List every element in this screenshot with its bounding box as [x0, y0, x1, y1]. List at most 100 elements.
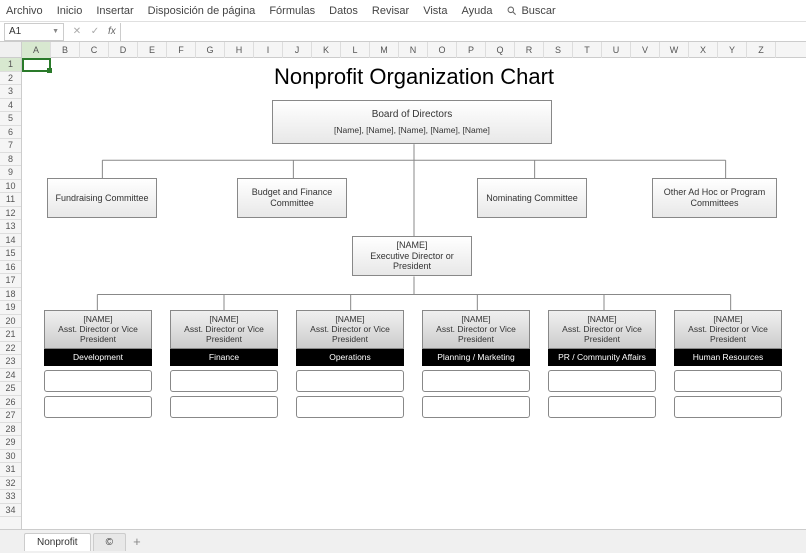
col-header-g[interactable]: G	[196, 42, 225, 58]
row-header-12[interactable]: 12	[0, 207, 21, 221]
row-header-4[interactable]: 4	[0, 99, 21, 113]
col-header-z[interactable]: Z	[747, 42, 776, 58]
dept-planning-marketing[interactable]: [NAME]Asst. Director or Vice PresidentPl…	[422, 310, 530, 418]
row-header-28[interactable]: 28	[0, 423, 21, 437]
tab-nonprofit[interactable]: Nonprofit	[24, 533, 91, 551]
committee-budget[interactable]: Budget and Finance Committee	[237, 178, 347, 218]
search-menu[interactable]: Buscar	[506, 5, 555, 17]
col-header-n[interactable]: N	[399, 42, 428, 58]
row-header-11[interactable]: 11	[0, 193, 21, 207]
col-header-w[interactable]: W	[660, 42, 689, 58]
col-header-t[interactable]: T	[573, 42, 602, 58]
col-header-u[interactable]: U	[602, 42, 631, 58]
dept-pr-community-affairs[interactable]: [NAME]Asst. Director or Vice PresidentPR…	[548, 310, 656, 418]
dept-slot[interactable]	[674, 370, 782, 392]
col-header-e[interactable]: E	[138, 42, 167, 58]
col-header-k[interactable]: K	[312, 42, 341, 58]
dept-slot[interactable]	[170, 370, 278, 392]
select-all-corner[interactable]	[0, 42, 22, 58]
dept-development[interactable]: [NAME]Asst. Director or Vice PresidentDe…	[44, 310, 152, 418]
menu-datos[interactable]: Datos	[329, 5, 358, 17]
tab-copyright[interactable]: ©	[93, 533, 126, 551]
col-header-v[interactable]: V	[631, 42, 660, 58]
col-header-f[interactable]: F	[167, 42, 196, 58]
col-header-o[interactable]: O	[428, 42, 457, 58]
row-header-14[interactable]: 14	[0, 234, 21, 248]
menu-formulas[interactable]: Fórmulas	[269, 5, 315, 17]
row-header-6[interactable]: 6	[0, 126, 21, 140]
menu-ayuda[interactable]: Ayuda	[461, 5, 492, 17]
row-header-9[interactable]: 9	[0, 166, 21, 180]
row-header-27[interactable]: 27	[0, 409, 21, 423]
dept-slot[interactable]	[674, 396, 782, 418]
row-header-33[interactable]: 33	[0, 490, 21, 504]
row-header-24[interactable]: 24	[0, 369, 21, 383]
dept-human-resources[interactable]: [NAME]Asst. Director or Vice PresidentHu…	[674, 310, 782, 418]
dept-slot[interactable]	[296, 396, 404, 418]
row-header-3[interactable]: 3	[0, 85, 21, 99]
row-header-1[interactable]: 1	[0, 58, 21, 72]
name-box[interactable]: A1 ▼	[4, 23, 64, 41]
menu-inicio[interactable]: Inicio	[57, 5, 83, 17]
col-header-l[interactable]: L	[341, 42, 370, 58]
cancel-formula-button[interactable]: ✕	[68, 23, 86, 41]
row-header-18[interactable]: 18	[0, 288, 21, 302]
row-header-22[interactable]: 22	[0, 342, 21, 356]
accept-formula-button[interactable]: ✓	[86, 23, 104, 41]
dept-slot[interactable]	[548, 370, 656, 392]
col-header-y[interactable]: Y	[718, 42, 747, 58]
row-header-20[interactable]: 20	[0, 315, 21, 329]
row-header-26[interactable]: 26	[0, 396, 21, 410]
fx-icon[interactable]: fx	[104, 26, 120, 37]
menu-vista[interactable]: Vista	[423, 5, 447, 17]
col-header-b[interactable]: B	[51, 42, 80, 58]
dept-slot[interactable]	[44, 396, 152, 418]
dept-slot[interactable]	[422, 370, 530, 392]
col-header-q[interactable]: Q	[486, 42, 515, 58]
row-header-34[interactable]: 34	[0, 504, 21, 518]
dept-slot[interactable]	[422, 396, 530, 418]
dept-finance[interactable]: [NAME]Asst. Director or Vice PresidentFi…	[170, 310, 278, 418]
row-header-19[interactable]: 19	[0, 301, 21, 315]
cells-area[interactable]: Nonprofit Organization Chart Board	[22, 58, 806, 529]
col-header-d[interactable]: D	[109, 42, 138, 58]
dept-slot[interactable]	[44, 370, 152, 392]
dept-operations[interactable]: [NAME]Asst. Director or Vice PresidentOp…	[296, 310, 404, 418]
exec-director-box[interactable]: [NAME] Executive Director or President	[352, 236, 472, 276]
row-header-2[interactable]: 2	[0, 72, 21, 86]
col-header-j[interactable]: J	[283, 42, 312, 58]
menu-archivo[interactable]: Archivo	[6, 5, 43, 17]
col-header-p[interactable]: P	[457, 42, 486, 58]
committee-fundraising[interactable]: Fundraising Committee	[47, 178, 157, 218]
row-header-15[interactable]: 15	[0, 247, 21, 261]
col-header-m[interactable]: M	[370, 42, 399, 58]
committee-nominating[interactable]: Nominating Committee	[477, 178, 587, 218]
col-header-c[interactable]: C	[80, 42, 109, 58]
row-header-30[interactable]: 30	[0, 450, 21, 464]
formula-input[interactable]	[120, 23, 806, 41]
add-sheet-button[interactable]: +	[128, 533, 146, 551]
row-header-8[interactable]: 8	[0, 153, 21, 167]
row-header-31[interactable]: 31	[0, 463, 21, 477]
row-header-32[interactable]: 32	[0, 477, 21, 491]
col-header-h[interactable]: H	[225, 42, 254, 58]
col-header-r[interactable]: R	[515, 42, 544, 58]
row-header-29[interactable]: 29	[0, 436, 21, 450]
menu-insertar[interactable]: Insertar	[96, 5, 133, 17]
col-header-x[interactable]: X	[689, 42, 718, 58]
menu-revisar[interactable]: Revisar	[372, 5, 409, 17]
row-header-17[interactable]: 17	[0, 274, 21, 288]
committee-adhoc[interactable]: Other Ad Hoc or Program Committees	[652, 178, 777, 218]
dept-slot[interactable]	[296, 370, 404, 392]
row-header-25[interactable]: 25	[0, 382, 21, 396]
board-box[interactable]: Board of Directors [Name], [Name], [Name…	[272, 100, 552, 144]
dept-slot[interactable]	[548, 396, 656, 418]
row-header-16[interactable]: 16	[0, 261, 21, 275]
dept-slot[interactable]	[170, 396, 278, 418]
row-header-5[interactable]: 5	[0, 112, 21, 126]
col-header-a[interactable]: A	[22, 42, 51, 58]
row-header-13[interactable]: 13	[0, 220, 21, 234]
row-header-23[interactable]: 23	[0, 355, 21, 369]
row-header-7[interactable]: 7	[0, 139, 21, 153]
menu-disposicion[interactable]: Disposición de página	[148, 5, 256, 17]
